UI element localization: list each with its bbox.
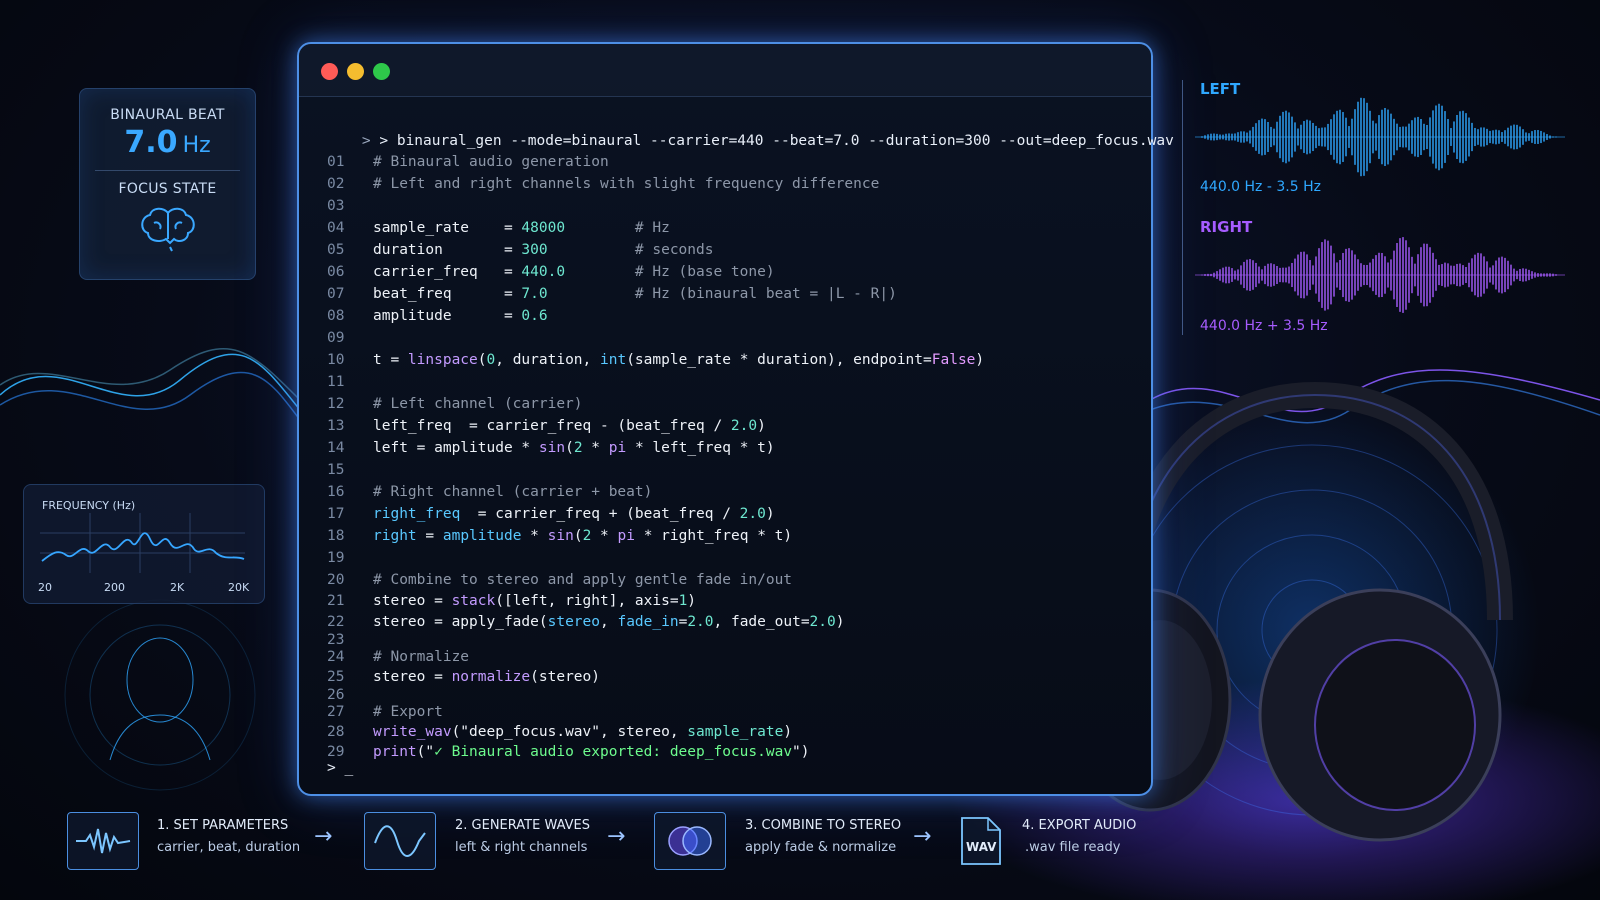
terminal-titlebar xyxy=(299,44,1151,97)
code-line: 17 right_freq = carrier_freq + (beat_freq… xyxy=(327,506,775,522)
step-4-title: 4. EXPORT AUDIO xyxy=(1022,818,1137,833)
arrow-icon: → xyxy=(913,824,932,849)
step-2-title: 2. GENERATE WAVES xyxy=(455,818,591,833)
step-1-title: 1. SET PARAMETERS xyxy=(157,818,289,833)
tick-200: 200 xyxy=(104,581,125,594)
code-line: 16 # Right channel (carrier + beat) xyxy=(327,484,653,500)
wav-badge: WAV xyxy=(966,840,997,854)
tick-20: 20 xyxy=(38,581,52,594)
channel-divider xyxy=(1182,80,1183,335)
tick-20k: 20K xyxy=(228,581,250,594)
beat-unit: Hz xyxy=(182,133,211,158)
code-line: 20 # Combine to stereo and apply gentle f… xyxy=(327,572,793,588)
code-block: 01 # Binaural audio generation 02 # Left a… xyxy=(327,154,1141,760)
close-button[interactable] xyxy=(321,63,338,80)
code-line: 07 beat_freq = 7.0 # Hz (binaural beat = … xyxy=(327,286,897,302)
code-line: 14 left = amplitude * sin(2 * pi * left_f… xyxy=(327,440,775,456)
left-waveform xyxy=(1195,97,1565,177)
code-line: 09 xyxy=(327,330,345,346)
right-waveform xyxy=(1195,237,1565,313)
wav-file-icon[interactable]: WAV xyxy=(960,816,1002,866)
binaural-beat-label: BINAURAL BEAT xyxy=(110,107,225,123)
pipeline-steps: 1. SET PARAMETERS carrier, beat, duratio… xyxy=(0,812,1600,872)
terminal-window[interactable]: > > binaural_gen --mode=binaural --carri… xyxy=(297,42,1174,796)
brain-icon xyxy=(140,207,195,252)
maximize-button[interactable] xyxy=(373,63,390,80)
minimize-button[interactable] xyxy=(347,63,364,80)
code-line: 15 xyxy=(327,462,345,478)
code-line: 29 print("✓ Binaural audio exported: deep… xyxy=(327,744,810,760)
code-line: 19 xyxy=(327,550,345,566)
overlap-circles-icon xyxy=(668,826,712,856)
step-1-icon-box[interactable] xyxy=(67,812,139,870)
frequency-spectrum xyxy=(40,513,245,573)
command-text: > binaural_gen --mode=binaural --carrier… xyxy=(379,133,1174,149)
divider xyxy=(95,170,240,171)
code-line: 13 left_freq = carrier_freq - (beat_freq … xyxy=(327,418,766,434)
step-1-subtitle: carrier, beat, duration xyxy=(157,840,301,855)
cursor-prompt[interactable]: > _ xyxy=(327,760,353,776)
code-line: 21 stereo = stack([left, right], axis=1) xyxy=(327,593,697,609)
code-line: 04 sample_rate = 48000 # Hz xyxy=(327,220,670,236)
arrow-icon: → xyxy=(607,824,626,849)
beat-value: 7.0 xyxy=(124,125,178,160)
code-line: 18 right = amplitude * sin(2 * pi * right… xyxy=(327,528,793,544)
frequency-title: FREQUENCY (Hz) xyxy=(42,499,136,512)
code-line: 27 # Export xyxy=(327,704,443,720)
step-2-subtitle: left & right channels xyxy=(455,840,588,855)
code-line: 05 duration = 300 # seconds xyxy=(327,242,714,258)
code-line: 11 xyxy=(327,374,345,390)
code-line: 06 carrier_freq = 440.0 # Hz (base tone) xyxy=(327,264,775,280)
code-line: 10 t = linspace(0, duration, int(sample_r… xyxy=(327,352,985,368)
code-line: 24 # Normalize xyxy=(327,649,470,665)
step-3-title: 3. COMBINE TO STEREO xyxy=(745,818,902,833)
waveform-icon xyxy=(76,828,131,854)
code-line: 12 # Left channel (carrier) xyxy=(327,396,583,412)
step-3-subtitle: apply fade & normalize xyxy=(745,840,897,855)
code-line: 02 # Left and right channels with slight … xyxy=(327,176,880,192)
frequency-card: FREQUENCY (Hz) 20 200 2K 20K xyxy=(23,484,265,604)
left-channel-frequency: 440.0 Hz - 3.5 Hz xyxy=(1200,179,1321,195)
focus-state-label: FOCUS STATE xyxy=(118,181,217,197)
code-line: 08 amplitude = 0.6 xyxy=(327,308,548,324)
code-line: 03 xyxy=(327,198,345,214)
sine-wave-icon xyxy=(374,825,426,857)
prompt-symbol: > xyxy=(361,133,371,149)
step-4-subtitle: .wav file ready xyxy=(1025,840,1121,855)
binaural-beat-card: BINAURAL BEAT 7.0 Hz FOCUS STATE xyxy=(79,88,256,280)
step-2-icon-box[interactable] xyxy=(364,812,436,870)
code-line: 01 # Binaural audio generation xyxy=(327,154,609,170)
code-line: 22 stereo = apply_fade(stereo, fade_in=2.… xyxy=(327,614,845,630)
right-channel-frequency: 440.0 Hz + 3.5 Hz xyxy=(1200,318,1328,334)
arrow-icon: → xyxy=(314,824,333,849)
code-line: 28 write_wav("deep_focus.wav", stereo, sa… xyxy=(327,724,793,740)
tick-2k: 2K xyxy=(170,581,185,594)
step-3-icon-box[interactable] xyxy=(654,812,726,870)
code-line: 25 stereo = normalize(stereo) xyxy=(327,669,600,685)
beat-value-row: 7.0 Hz xyxy=(80,125,255,160)
